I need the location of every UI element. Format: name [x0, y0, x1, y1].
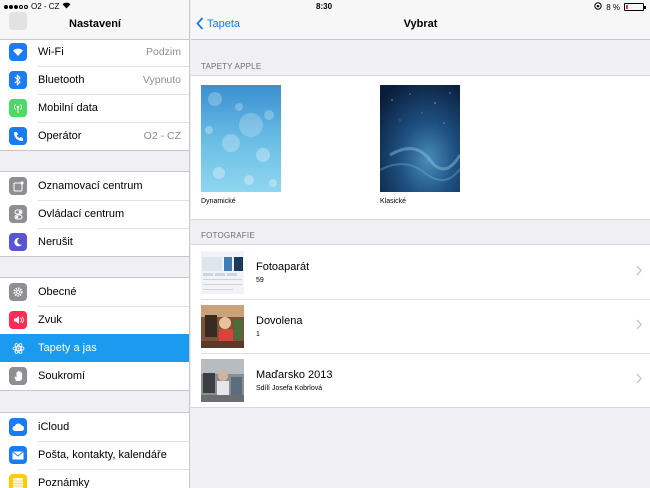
chevron-right-icon	[636, 319, 642, 330]
sidebar-item-control-center[interactable]: Ovládací centrum	[0, 200, 189, 228]
sidebar-item-wallpapers-brightness[interactable]: Tapety a jas	[0, 334, 189, 362]
settings-group-accounts: iCloud Pošta, kontakty, kalendáře Poznám…	[0, 412, 189, 488]
signal-strength-icon	[4, 4, 28, 9]
sidebar-item-mobile-data[interactable]: Mobilní data	[0, 94, 189, 122]
sidebar-item-label: Obecné	[38, 286, 77, 298]
sidebar-item-mail-contacts-calendars[interactable]: Pošta, kontakty, kalendáře	[0, 441, 189, 469]
carrier-value: O2 - CZ	[143, 130, 181, 142]
settings-title: Nastavení	[69, 18, 121, 30]
sidebar-item-label: Tapety a jas	[38, 342, 97, 354]
phone-icon	[9, 127, 27, 145]
sidebar-item-label: Zvuk	[38, 314, 62, 326]
wallpaper-dynamic-thumbnail[interactable]	[201, 85, 281, 192]
wifi-value: Podzim	[145, 46, 181, 58]
chevron-right-icon	[636, 265, 642, 276]
mail-icon	[9, 446, 27, 464]
album-thumbnail	[201, 305, 244, 348]
rotation-lock-icon	[594, 2, 602, 12]
sidebar-item-label: Operátor	[38, 130, 82, 142]
settings-group-centers: Oznamovací centrum Ovládací centrum Neru…	[0, 171, 189, 257]
status-time: 8:30	[316, 2, 333, 11]
apple-wallpapers-grid: Dynamické Klasické	[191, 75, 650, 220]
apple-wallpapers-header: TAPETY APPLE	[201, 62, 262, 71]
sidebar-item-label: Bluetooth	[38, 74, 85, 86]
sidebar-item-label: Ovládací centrum	[38, 208, 125, 220]
status-bar: O2 - CZ 8:30 8 %	[0, 0, 650, 13]
settings-sidebar: Nastavení Wi-Fi Podzim Bluetooth Vypnuto…	[0, 0, 190, 488]
bluetooth-value: Vypnuto	[142, 74, 181, 86]
album-thumbnail	[201, 251, 244, 294]
photo-albums-list: Fotoaparát 59 Dovolena 1 Maďarsko 2013 S…	[191, 244, 650, 408]
settings-group-device: Obecné Zvuk Tapety a jas Soukromí	[0, 277, 189, 391]
sidebar-item-carrier[interactable]: Operátor O2 - CZ	[0, 122, 189, 150]
sidebar-item-notes[interactable]: Poznámky	[0, 469, 189, 488]
album-row-madarsko-2013[interactable]: Maďarsko 2013 Sdílí Josefa Kobrlová	[191, 353, 650, 407]
sidebar-item-label: Oznamovací centrum	[38, 180, 143, 192]
sidebar-item-bluetooth[interactable]: Bluetooth Vypnuto	[0, 66, 189, 94]
album-name: Fotoaparát	[256, 261, 310, 273]
sidebar-item-label: Nerušit	[38, 236, 73, 248]
cellular-icon	[9, 99, 27, 117]
album-row-camera-roll[interactable]: Fotoaparát 59	[191, 245, 650, 299]
cloud-icon	[9, 418, 27, 436]
photos-section-header: FOTOGRAFIE	[201, 231, 255, 240]
moon-icon	[9, 233, 27, 251]
wifi-icon	[9, 43, 27, 61]
carrier-label: O2 - CZ	[31, 2, 60, 11]
sidebar-item-general[interactable]: Obecné	[0, 278, 189, 306]
wallpaper-classic-thumbnail[interactable]	[380, 85, 460, 192]
battery-icon	[624, 3, 646, 11]
album-name: Maďarsko 2013	[256, 369, 333, 381]
album-count: 1	[256, 331, 260, 338]
wallpaper-picker-panel: Tapeta Vybrat TAPETY APPLE Dynamické Kla…	[191, 0, 650, 488]
sidebar-item-sound[interactable]: Zvuk	[0, 306, 189, 334]
gear-icon	[9, 283, 27, 301]
album-shared-by: Sdílí Josefa Kobrlová	[256, 385, 323, 392]
settings-group-connectivity: Wi-Fi Podzim Bluetooth Vypnuto Mobilní d…	[0, 37, 189, 151]
sidebar-item-label: iCloud	[38, 421, 70, 433]
speaker-icon	[9, 311, 27, 329]
sidebar-item-label: Soukromí	[38, 370, 86, 382]
page-title: Vybrat	[403, 18, 438, 30]
control-center-icon	[9, 205, 27, 223]
wallpaper-caption: Klasické	[380, 198, 407, 205]
album-row-dovolena[interactable]: Dovolena 1	[191, 299, 650, 353]
sidebar-item-do-not-disturb[interactable]: Nerušit	[0, 228, 189, 256]
wifi-signal-icon	[62, 2, 71, 11]
sidebar-item-label: Poznámky	[38, 477, 90, 488]
sidebar-item-wifi[interactable]: Wi-Fi Podzim	[0, 38, 189, 66]
hand-icon	[9, 367, 27, 385]
album-thumbnail	[201, 359, 244, 402]
sidebar-item-icloud[interactable]: iCloud	[0, 413, 189, 441]
battery-percent: 8 %	[606, 2, 620, 12]
sidebar-item-label: Wi-Fi	[38, 46, 64, 58]
album-name: Dovolena	[256, 315, 303, 327]
album-count: 59	[256, 277, 264, 284]
sidebar-item-label: Mobilní data	[38, 102, 98, 114]
chevron-right-icon	[636, 373, 642, 384]
bluetooth-icon	[9, 71, 27, 89]
sidebar-item-label: Pošta, kontakty, kalendáře	[38, 449, 167, 461]
notes-icon	[9, 474, 27, 488]
wallpaper-icon	[9, 339, 27, 357]
wallpaper-caption: Dynamické	[201, 198, 236, 205]
notification-center-icon	[9, 177, 27, 195]
sidebar-item-privacy[interactable]: Soukromí	[0, 362, 189, 390]
sidebar-item-notification-center[interactable]: Oznamovací centrum	[0, 172, 189, 200]
